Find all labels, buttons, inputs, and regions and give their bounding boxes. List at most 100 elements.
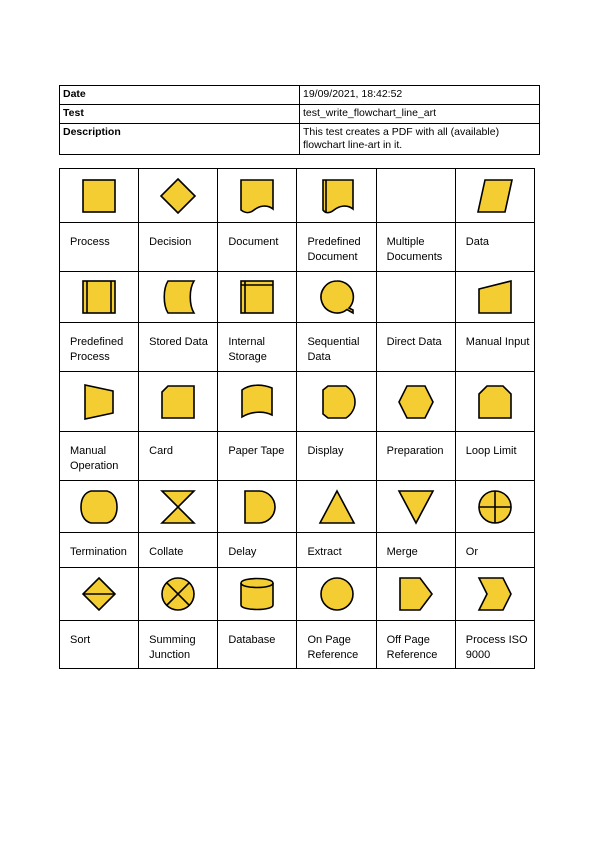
shape-icon-cell (217, 480, 298, 533)
manual-input-icon (478, 279, 512, 314)
shape-icon-cell (454, 371, 536, 432)
shape-label: Predefined Document (296, 222, 377, 272)
shape-icon-cell (375, 371, 456, 432)
shape-icon-cell (454, 567, 536, 621)
label-row: Termination Collate Delay Extract Merge Or (58, 532, 536, 568)
shape-label: Or (454, 532, 536, 568)
data-icon (476, 178, 513, 213)
shape-label: Merge (375, 532, 456, 568)
icon-row (58, 168, 536, 223)
shape-icon-cell (58, 271, 140, 323)
label-row: Sort Summing Junction Database On Page Refe… (58, 620, 536, 669)
sort-icon (81, 576, 117, 612)
shape-label: Data (454, 222, 536, 272)
shape-label: Document (217, 222, 298, 272)
shape-label: Process (58, 222, 140, 272)
shape-icon-cell (375, 168, 456, 223)
shape-label: Sequential Data (296, 322, 377, 372)
icon-row (58, 567, 536, 621)
label-row: Manual Operation Card Paper Tape Display Pre… (58, 431, 536, 481)
description-label: Description (59, 123, 300, 155)
date-label: Date (59, 85, 300, 105)
shape-icon-cell (217, 567, 298, 621)
shape-label: Process ISO 9000 (454, 620, 536, 669)
shape-label: Card (138, 431, 219, 481)
shape-icon-cell (58, 371, 140, 432)
shape-icon-cell (454, 271, 536, 323)
sequential-data-icon (319, 280, 354, 315)
card-icon (161, 384, 196, 419)
predefined-document-icon (321, 178, 354, 213)
shape-icon-cell (375, 567, 456, 621)
shape-label: Predefined Process (58, 322, 140, 372)
icon-row (58, 271, 536, 323)
date-value: 19/09/2021, 18:42:52 (299, 85, 540, 105)
shape-icon-cell (138, 480, 219, 533)
shape-icon-cell (138, 271, 219, 323)
decision-icon (160, 177, 197, 214)
date-row: Date 19/09/2021, 18:42:52 (59, 85, 540, 105)
shape-label: Manual Operation (58, 431, 140, 481)
shape-icon-cell (375, 480, 456, 533)
shape-label: Loop Limit (454, 431, 536, 481)
shape-label: Stored Data (138, 322, 219, 372)
stored-data-icon (163, 280, 196, 314)
delay-icon (244, 489, 277, 524)
shape-icon-cell (138, 168, 219, 223)
test-value: test_write_flowchart_line_art (299, 104, 540, 124)
test-row: Test test_write_flowchart_line_art (59, 104, 540, 124)
shape-label: Internal Storage (217, 322, 298, 372)
loop-limit-icon (478, 384, 512, 419)
shape-label: Sort (58, 620, 140, 669)
shape-icon-cell (296, 271, 377, 323)
shape-icon-cell (138, 371, 219, 432)
shape-icon-cell (58, 480, 140, 533)
shape-label: Paper Tape (217, 431, 298, 481)
shape-icon-cell (138, 567, 219, 621)
process-iso-9000-icon (477, 577, 512, 611)
shape-icon-cell (58, 168, 140, 223)
description-value: This test creates a PDF with all (availa… (299, 123, 540, 155)
icon-row (58, 371, 536, 432)
description-row: Description This test creates a PDF with… (59, 123, 540, 155)
label-row: Predefined Process Stored Data Internal St… (58, 322, 536, 372)
process-icon (82, 178, 116, 213)
shape-icon-cell (375, 271, 456, 323)
shape-icon-cell (296, 480, 377, 533)
shape-icon-cell (454, 480, 536, 533)
shape-label: Preparation (375, 431, 456, 481)
shape-label: Termination (58, 532, 140, 568)
collate-icon (160, 489, 197, 524)
summing-junction-icon (161, 577, 196, 611)
shape-icon-cell (217, 168, 298, 223)
shape-icon-cell (296, 371, 377, 432)
shape-label: Summing Junction (138, 620, 219, 669)
shape-label: Multiple Documents (375, 222, 456, 272)
manual-operation-icon (84, 383, 114, 420)
shape-icon-cell (217, 371, 298, 432)
shape-label: Delay (217, 532, 298, 568)
shape-icon-cell (58, 567, 140, 621)
database-icon (240, 577, 275, 611)
shape-label: Off Page Reference (375, 620, 456, 669)
flowchart-shape-table: Process Decision Document Predefined Docume… (58, 168, 536, 669)
test-label: Test (59, 104, 300, 124)
predefined-process-icon (82, 280, 116, 314)
paper-tape-icon (241, 383, 274, 418)
shape-label: Manual Input (454, 322, 536, 372)
shape-label: Decision (138, 222, 219, 272)
off-page-reference-icon (398, 577, 433, 611)
document-icon (240, 178, 275, 213)
on-page-reference-icon (319, 577, 354, 611)
shape-label: Collate (138, 532, 219, 568)
info-table: Date 19/09/2021, 18:42:52 Test test_writ… (59, 85, 540, 155)
extract-icon (318, 488, 355, 524)
shape-label: Database (217, 620, 298, 669)
or-icon (478, 489, 512, 524)
shape-label: Display (296, 431, 377, 481)
termination-icon (80, 489, 118, 524)
shape-label: Direct Data (375, 322, 456, 372)
preparation-icon (397, 384, 434, 419)
internal-storage-icon (240, 280, 275, 314)
icon-row (58, 480, 536, 533)
